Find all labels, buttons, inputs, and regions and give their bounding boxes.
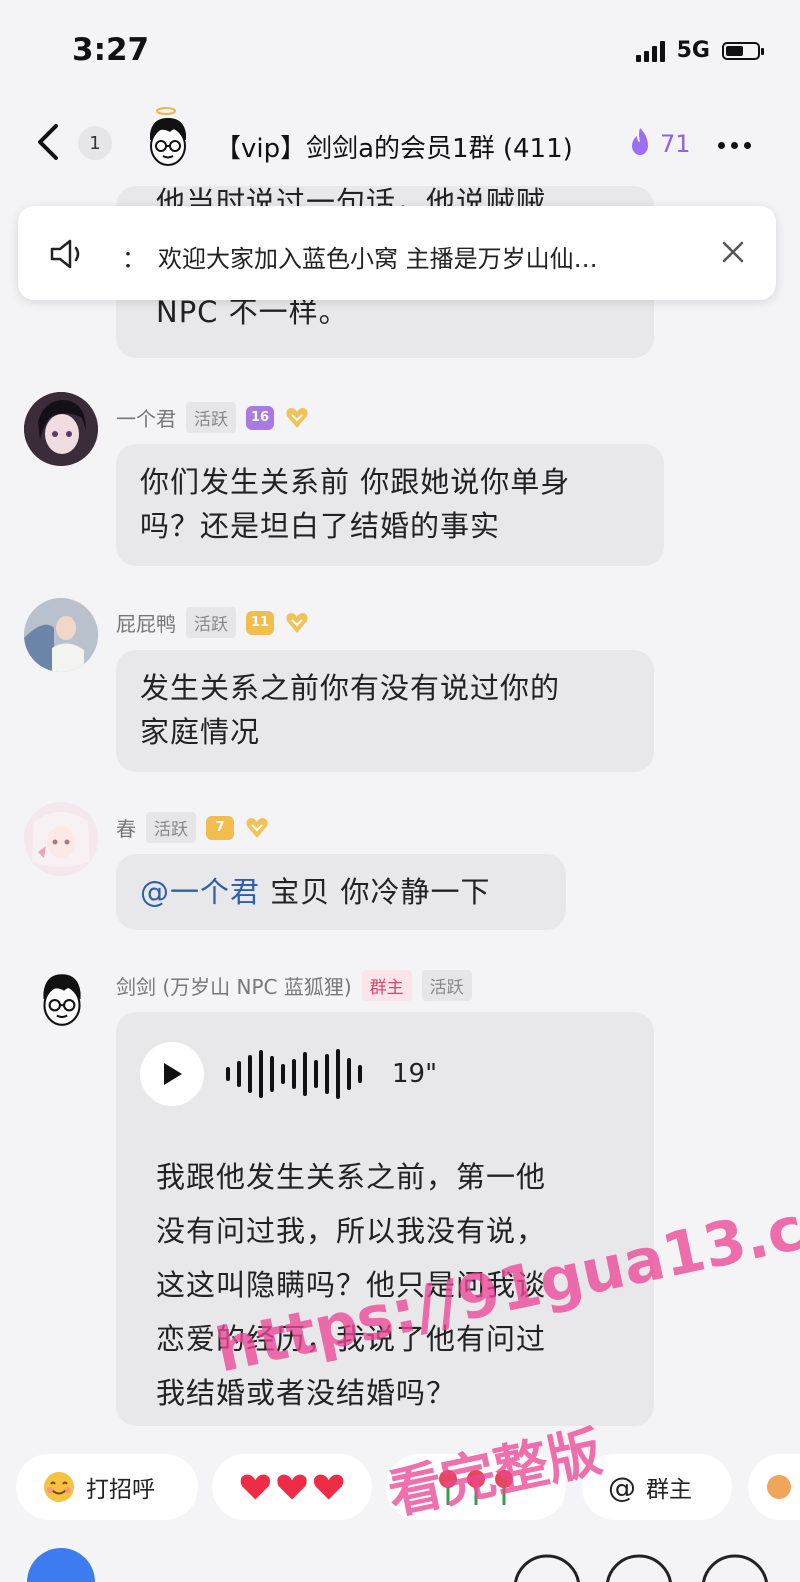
quick-reply-greet[interactable]: 打招呼 xyxy=(16,1454,198,1520)
level-badge: 16 xyxy=(246,405,274,430)
add-button-icon[interactable] xyxy=(604,1552,674,1582)
message-bubble[interactable]: 发生关系之前你有没有说过你的 家庭情况 xyxy=(116,650,654,772)
chat-header: 1 【vip】剑剑a的会员1群 (411) 71 xyxy=(0,100,800,188)
voice-player[interactable]: 19" xyxy=(140,1042,437,1106)
waveform-icon xyxy=(226,1042,362,1106)
battery-icon xyxy=(722,41,764,60)
message-line: 你们发生关系前 你跟她说你单身 xyxy=(140,465,571,499)
message-line: 我跟他发生关系之前，第一他 xyxy=(156,1160,547,1194)
message-line: 发生关系之前你有没有说过你的 xyxy=(140,671,561,705)
level-badge: 7 xyxy=(206,815,234,840)
message-bubble[interactable]: @一个君 宝贝 你冷静一下 xyxy=(116,854,566,930)
smile-emoji-icon xyxy=(44,1472,74,1502)
message-line: 我结婚或者没结婚吗？ xyxy=(156,1376,457,1410)
play-button[interactable] xyxy=(140,1042,204,1106)
message-line: 吗？还是坦白了结婚的事实 xyxy=(140,509,501,543)
back-arrow-icon[interactable] xyxy=(30,120,70,164)
sender-info: 春 活跃 7 xyxy=(116,812,270,843)
play-icon xyxy=(164,1063,182,1085)
quick-reply-more[interactable] xyxy=(748,1454,800,1520)
sender-info: 屁屁鸭 活跃 11 xyxy=(116,607,310,638)
hot-count: 71 xyxy=(660,130,691,158)
sender-name[interactable]: 剑剑 (万岁山 NPC 蓝狐狸) xyxy=(116,971,352,1000)
active-tag: 活跃 xyxy=(186,607,236,638)
network-type: 5G xyxy=(676,38,710,63)
speaker-icon xyxy=(50,239,80,269)
message-line: 没有问过我，所以我没有说， xyxy=(156,1214,547,1248)
quick-reply-mention-owner[interactable]: @ 群主 xyxy=(582,1454,732,1520)
voice-message-bubble[interactable]: 19" 我跟他发生关系之前，第一他 没有问过我，所以我没有说， 这这叫隐瞒吗？他… xyxy=(116,1012,654,1426)
input-bar xyxy=(0,1536,800,1582)
level-badge: 11 xyxy=(246,610,274,635)
emoji-button-icon[interactable] xyxy=(512,1552,582,1582)
avatar[interactable] xyxy=(24,392,98,466)
heart-badge-icon xyxy=(286,612,308,633)
sender-info: 一个君 活跃 16 xyxy=(116,402,310,433)
message-line: 家庭情况 xyxy=(140,715,261,749)
unread-badge[interactable]: 1 xyxy=(78,126,112,160)
active-tag: 活跃 xyxy=(146,812,196,843)
group-title[interactable]: 【vip】剑剑a的会员1群 (411) xyxy=(215,128,573,165)
status-indicators: 5G xyxy=(635,38,764,63)
status-time: 3:27 xyxy=(72,32,150,68)
avatar[interactable] xyxy=(24,802,98,876)
status-bar: 3:27 5G xyxy=(0,0,800,100)
quick-reply-label: 打招呼 xyxy=(86,1477,155,1503)
quick-reply-hearts[interactable] xyxy=(212,1454,372,1520)
avatar[interactable] xyxy=(32,966,92,1032)
signal-icon xyxy=(635,40,665,62)
three-hearts-icon xyxy=(240,1474,344,1500)
avatar[interactable] xyxy=(24,598,98,672)
sender-name[interactable]: 一个君 xyxy=(116,403,176,432)
active-tag: 活跃 xyxy=(421,970,472,1001)
quick-reply-label: 群主 xyxy=(646,1477,692,1503)
flame-icon xyxy=(632,128,648,155)
at-icon: @ xyxy=(608,1470,636,1504)
message-line: @一个君 宝贝 你冷静一下 xyxy=(140,875,491,909)
voice-input-icon[interactable] xyxy=(26,1546,96,1582)
plus-button-icon[interactable] xyxy=(700,1552,770,1582)
group-avatar[interactable] xyxy=(140,104,196,176)
sender-name[interactable]: 屁屁鸭 xyxy=(116,608,176,637)
heart-badge-icon xyxy=(246,817,268,838)
announcement-text: ：欢迎大家加入蓝色小窝 主播是万岁山仙… xyxy=(122,245,598,273)
owner-tag: 群主 xyxy=(361,970,412,1001)
active-tag: 活跃 xyxy=(186,402,236,433)
sender-name[interactable]: 春 xyxy=(116,813,136,842)
flower-emoji-icon xyxy=(767,1475,791,1499)
close-icon[interactable] xyxy=(720,239,746,265)
voice-duration: 19" xyxy=(392,1059,438,1089)
more-options-icon[interactable] xyxy=(718,130,751,149)
sender-info: 剑剑 (万岁山 NPC 蓝狐狸) 群主 活跃 xyxy=(116,970,472,1001)
announcement-banner[interactable]: ：欢迎大家加入蓝色小窝 主播是万岁山仙… xyxy=(18,206,776,300)
mention-link[interactable]: @一个君 xyxy=(140,875,260,909)
heart-badge-icon xyxy=(286,407,308,428)
message-bubble[interactable]: 你们发生关系前 你跟她说你单身 吗？还是坦白了结婚的事实 xyxy=(116,444,664,566)
